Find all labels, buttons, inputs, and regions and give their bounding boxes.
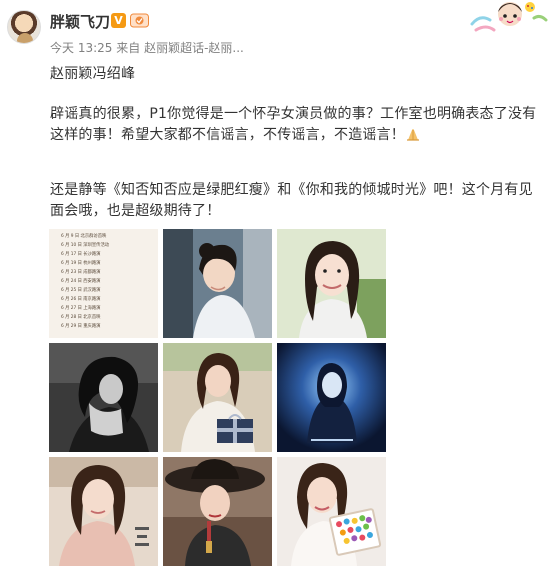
portrait-photo-8[interactable]	[163, 457, 272, 566]
post-paragraph-2: 辟谣真的很累，P1你觉得是一个怀孕女演员做的事？工作室也明确表态了没有这样的事！…	[50, 106, 537, 143]
user-avatar[interactable]	[7, 10, 41, 44]
weibo-post: 胖颖飞刀 V 今天 13:25 来自 赵丽颖超话-赵丽... 赵丽颖冯绍峰 辟谣…	[0, 0, 551, 569]
post-meta: 今天 13:25 来自 赵丽颖超话-赵丽...	[50, 39, 244, 56]
cartoon-decoration-icon	[470, 2, 548, 32]
portrait-photo-5[interactable]	[163, 343, 272, 452]
portrait-photo-2[interactable]	[163, 229, 272, 338]
post-time[interactable]: 今天 13:25	[50, 41, 112, 55]
portrait-photo-9[interactable]	[277, 457, 386, 566]
portrait-photo-4[interactable]	[49, 343, 158, 452]
pray-hands-emoji	[407, 129, 419, 141]
schedule-row: 6 月 29 日 重庆路演	[61, 324, 101, 329]
post-tag-line: 赵丽颖冯绍峰	[50, 66, 136, 82]
username-link[interactable]: 胖颖飞刀	[50, 11, 110, 32]
via-label: 来自	[116, 41, 141, 55]
schedule-list-image[interactable]: 6 月 9 日 北京群访首映 6 月 10 日 深圳宣传活动 6 月 17 日 …	[49, 229, 158, 338]
post-source-link[interactable]: 赵丽颖超话-赵丽...	[144, 41, 244, 55]
verified-badge-icon[interactable]: V	[111, 13, 126, 28]
photo-grid: 6 月 9 日 北京群访首映 6 月 10 日 深圳宣传活动 6 月 17 日 …	[49, 229, 389, 569]
portrait-photo-3[interactable]	[277, 229, 386, 338]
portrait-photo-7[interactable]	[49, 457, 158, 566]
post-paragraph-3: 还是静等《知否知否应是绿肥红瘦》和《你和我的倾城时光》吧！这个月有见面会哦，也是…	[50, 182, 533, 219]
portrait-photo-6[interactable]	[277, 343, 386, 452]
fan-badge-icon[interactable]	[130, 12, 149, 28]
